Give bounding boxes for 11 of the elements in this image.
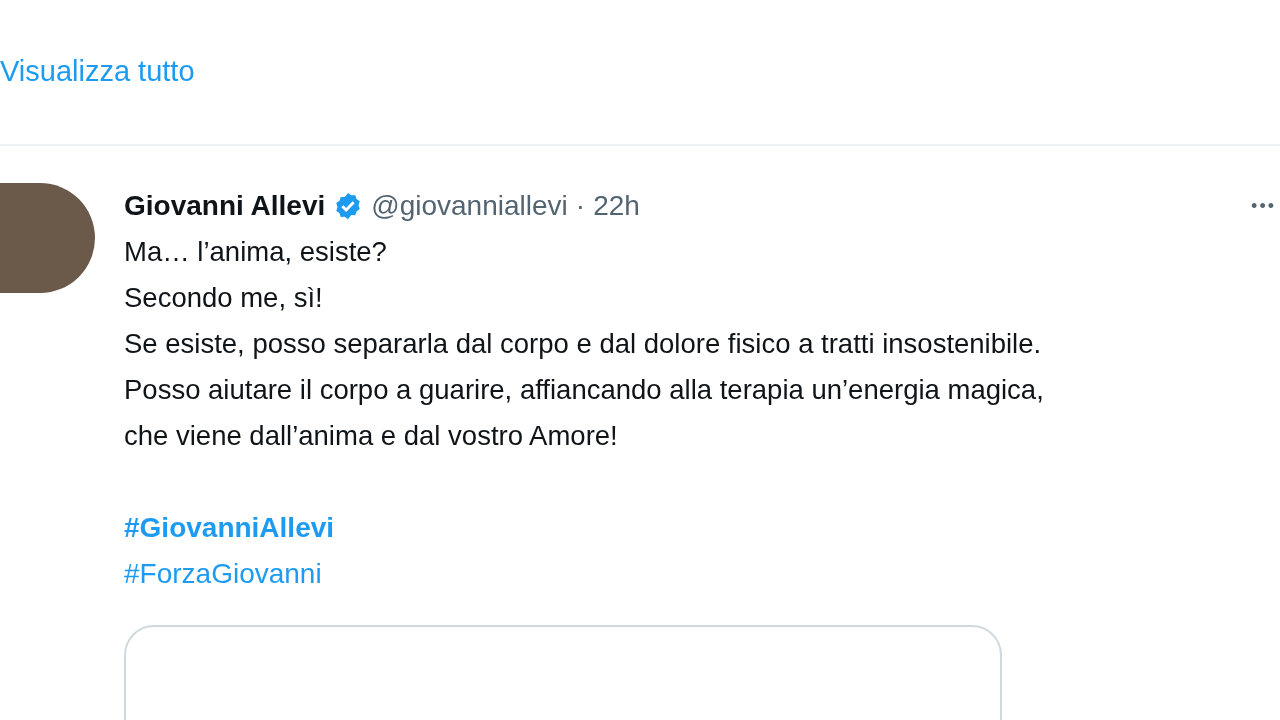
tweet-text-line: Se esiste, posso separarla dal corpo e dal dolore fisico a tratti insostenibile. xyxy=(124,327,1043,361)
avatar-photo-placeholder[interactable] xyxy=(0,183,95,293)
author-handle[interactable]: @giovanniallevi xyxy=(371,190,568,222)
tweet-text-line: Ma… l’anima, esiste? xyxy=(124,235,388,269)
tweet-text-line: che viene dall’anima e dal vostro Amore! xyxy=(124,419,619,453)
tweet-text-line: Posso aiutare il corpo a guarire, affiancando alla terapia un’energia magica, xyxy=(124,373,1045,407)
tweet-time[interactable]: 22h xyxy=(593,190,640,222)
separator-dot: · xyxy=(575,190,586,222)
more-options-button[interactable]: ••• xyxy=(1251,195,1276,217)
tweet-text-line: Secondo me, sì! xyxy=(124,281,324,315)
author-name[interactable]: Giovanni Allevi xyxy=(124,190,326,222)
